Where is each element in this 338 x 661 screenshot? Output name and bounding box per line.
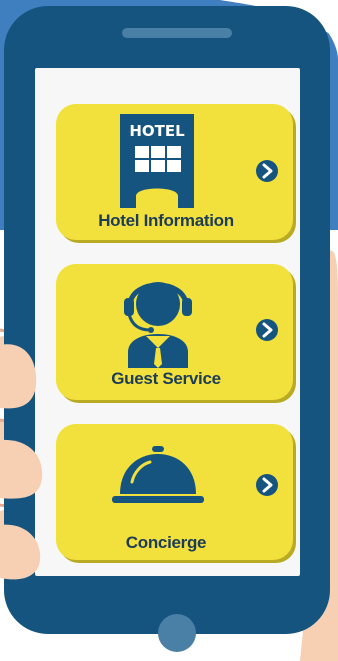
hotel-building-icon: HOTEL xyxy=(120,114,194,208)
home-button[interactable] xyxy=(158,614,196,652)
hotel-information-label: Hotel Information xyxy=(98,211,234,230)
concierge-label: Concierge xyxy=(125,533,207,552)
chevron-right-icon[interactable] xyxy=(256,474,278,496)
hotel-information-card[interactable]: HOTEL Hotel Information xyxy=(56,104,293,240)
hotel-sign-text: HOTEL xyxy=(129,122,185,140)
concierge-card[interactable]: Concierge xyxy=(56,424,293,560)
chevron-right-icon[interactable] xyxy=(256,160,278,182)
guest-service-label: Guest Service xyxy=(111,369,221,388)
phone-speaker xyxy=(122,28,232,38)
guest-service-card[interactable]: Guest Service xyxy=(56,264,293,400)
chevron-right-icon[interactable] xyxy=(256,319,278,341)
